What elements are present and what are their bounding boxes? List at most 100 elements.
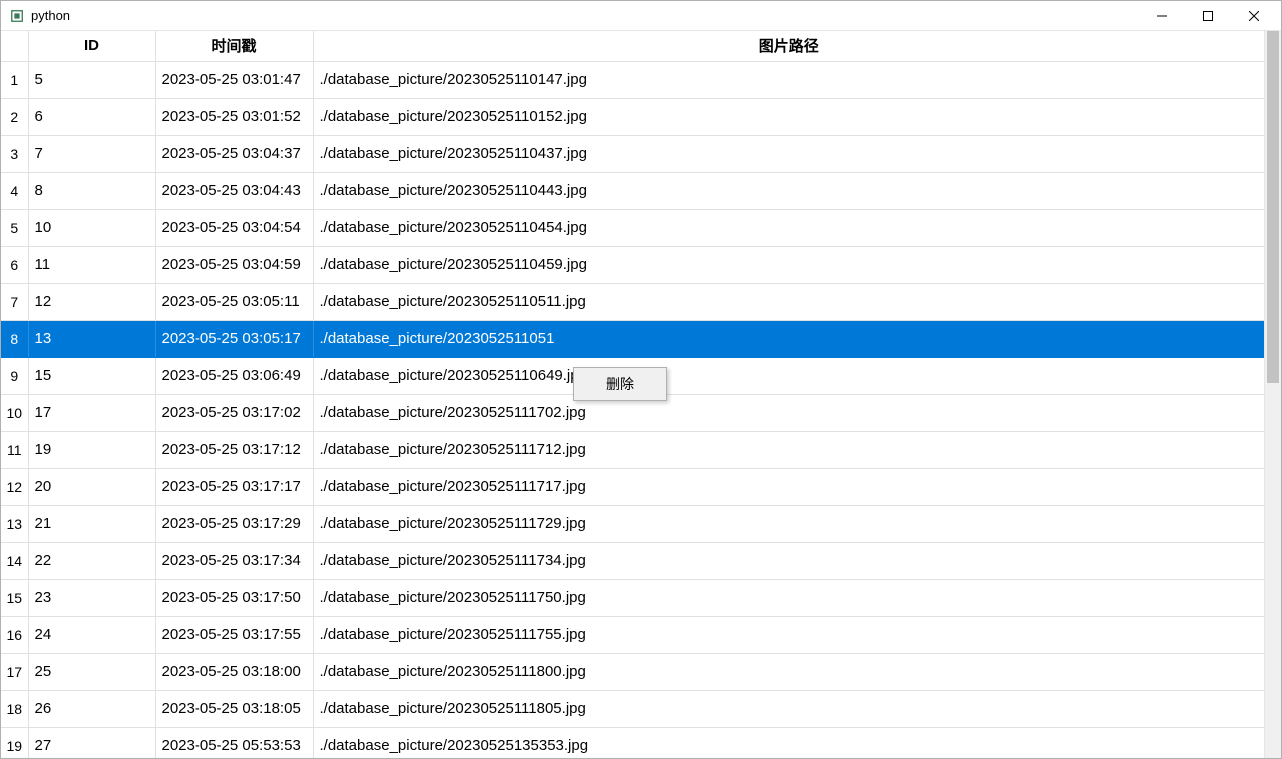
cell-path[interactable]: ./database_picture/20230525111805.jpg — [313, 690, 1264, 727]
titlebar[interactable]: python — [1, 1, 1281, 31]
context-menu-delete[interactable]: 删除 — [576, 370, 664, 398]
cell-timestamp[interactable]: 2023-05-25 03:05:11 — [155, 283, 313, 320]
cell-timestamp[interactable]: 2023-05-25 03:05:17 — [155, 320, 313, 357]
cell-id[interactable]: 20 — [28, 468, 155, 505]
table-corner[interactable] — [1, 31, 28, 61]
cell-path[interactable]: ./database_picture/20230525111702.jpg — [313, 394, 1264, 431]
row-number[interactable]: 1 — [1, 61, 28, 98]
table-row[interactable]: 17252023-05-25 03:18:00./database_pictur… — [1, 653, 1264, 690]
row-number[interactable]: 2 — [1, 98, 28, 135]
table-row[interactable]: 8132023-05-25 03:05:17./database_picture… — [1, 320, 1264, 357]
table-row[interactable]: 5102023-05-25 03:04:54./database_picture… — [1, 209, 1264, 246]
table-row[interactable]: 14222023-05-25 03:17:34./database_pictur… — [1, 542, 1264, 579]
cell-path[interactable]: ./database_picture/20230525110459.jpg — [313, 246, 1264, 283]
cell-id[interactable]: 11 — [28, 246, 155, 283]
row-number[interactable]: 8 — [1, 320, 28, 357]
row-number[interactable]: 5 — [1, 209, 28, 246]
cell-id[interactable]: 25 — [28, 653, 155, 690]
cell-timestamp[interactable]: 2023-05-25 03:18:00 — [155, 653, 313, 690]
cell-id[interactable]: 8 — [28, 172, 155, 209]
cell-id[interactable]: 21 — [28, 505, 155, 542]
cell-timestamp[interactable]: 2023-05-25 03:01:52 — [155, 98, 313, 135]
row-number[interactable]: 9 — [1, 357, 28, 394]
cell-path[interactable]: ./database_picture/20230525111734.jpg — [313, 542, 1264, 579]
vertical-scrollbar[interactable] — [1264, 31, 1281, 758]
table-row[interactable]: 7122023-05-25 03:05:11./database_picture… — [1, 283, 1264, 320]
row-number[interactable]: 4 — [1, 172, 28, 209]
cell-id[interactable]: 7 — [28, 135, 155, 172]
table-row[interactable]: 18262023-05-25 03:18:05./database_pictur… — [1, 690, 1264, 727]
cell-path[interactable]: ./database_picture/20230525110443.jpg — [313, 172, 1264, 209]
cell-timestamp[interactable]: 2023-05-25 03:17:55 — [155, 616, 313, 653]
cell-path[interactable]: ./database_picture/20230525111750.jpg — [313, 579, 1264, 616]
cell-path[interactable]: ./database_picture/2023052511051 — [313, 320, 1264, 357]
table-row[interactable]: 19272023-05-25 05:53:53./database_pictur… — [1, 727, 1264, 758]
row-number[interactable]: 11 — [1, 431, 28, 468]
cell-id[interactable]: 17 — [28, 394, 155, 431]
row-number[interactable]: 12 — [1, 468, 28, 505]
row-number[interactable]: 14 — [1, 542, 28, 579]
row-number[interactable]: 18 — [1, 690, 28, 727]
row-number[interactable]: 6 — [1, 246, 28, 283]
table-row[interactable]: 12202023-05-25 03:17:17./database_pictur… — [1, 468, 1264, 505]
cell-path[interactable]: ./database_picture/20230525111717.jpg — [313, 468, 1264, 505]
cell-timestamp[interactable]: 2023-05-25 03:04:43 — [155, 172, 313, 209]
cell-id[interactable]: 23 — [28, 579, 155, 616]
table-row[interactable]: 482023-05-25 03:04:43./database_picture/… — [1, 172, 1264, 209]
cell-timestamp[interactable]: 2023-05-25 03:17:34 — [155, 542, 313, 579]
cell-timestamp[interactable]: 2023-05-25 03:06:49 — [155, 357, 313, 394]
cell-timestamp[interactable]: 2023-05-25 03:04:37 — [155, 135, 313, 172]
cell-path[interactable]: ./database_picture/20230525110437.jpg — [313, 135, 1264, 172]
table-row[interactable]: 16242023-05-25 03:17:55./database_pictur… — [1, 616, 1264, 653]
row-number[interactable]: 15 — [1, 579, 28, 616]
cell-path[interactable]: ./database_picture/20230525111800.jpg — [313, 653, 1264, 690]
cell-id[interactable]: 27 — [28, 727, 155, 758]
column-header-timestamp[interactable]: 时间戳 — [155, 31, 313, 61]
row-number[interactable]: 7 — [1, 283, 28, 320]
cell-id[interactable]: 26 — [28, 690, 155, 727]
cell-path[interactable]: ./database_picture/20230525111729.jpg — [313, 505, 1264, 542]
cell-path[interactable]: ./database_picture/20230525111712.jpg — [313, 431, 1264, 468]
table-row[interactable]: 11192023-05-25 03:17:12./database_pictur… — [1, 431, 1264, 468]
cell-path[interactable]: ./database_picture/20230525135353.jpg — [313, 727, 1264, 758]
cell-path[interactable]: ./database_picture/20230525110454.jpg — [313, 209, 1264, 246]
column-header-id[interactable]: ID — [28, 31, 155, 61]
cell-timestamp[interactable]: 2023-05-25 05:53:53 — [155, 727, 313, 758]
cell-timestamp[interactable]: 2023-05-25 03:17:12 — [155, 431, 313, 468]
cell-path[interactable]: ./database_picture/20230525110649.jpg — [313, 357, 1264, 394]
cell-path[interactable]: ./database_picture/20230525110152.jpg — [313, 98, 1264, 135]
cell-id[interactable]: 24 — [28, 616, 155, 653]
cell-timestamp[interactable]: 2023-05-25 03:17:02 — [155, 394, 313, 431]
table-row[interactable]: 15232023-05-25 03:17:50./database_pictur… — [1, 579, 1264, 616]
cell-id[interactable]: 10 — [28, 209, 155, 246]
cell-id[interactable]: 12 — [28, 283, 155, 320]
row-number[interactable]: 16 — [1, 616, 28, 653]
row-number[interactable]: 13 — [1, 505, 28, 542]
minimize-button[interactable] — [1139, 1, 1185, 30]
maximize-button[interactable] — [1185, 1, 1231, 30]
table-row[interactable]: 262023-05-25 03:01:52./database_picture/… — [1, 98, 1264, 135]
cell-id[interactable]: 6 — [28, 98, 155, 135]
scrollbar-thumb[interactable] — [1267, 31, 1279, 383]
cell-id[interactable]: 5 — [28, 61, 155, 98]
table-row[interactable]: 372023-05-25 03:04:37./database_picture/… — [1, 135, 1264, 172]
cell-timestamp[interactable]: 2023-05-25 03:01:47 — [155, 61, 313, 98]
cell-id[interactable]: 22 — [28, 542, 155, 579]
cell-timestamp[interactable]: 2023-05-25 03:17:17 — [155, 468, 313, 505]
column-header-path[interactable]: 图片路径 — [313, 31, 1264, 61]
table-row[interactable]: 13212023-05-25 03:17:29./database_pictur… — [1, 505, 1264, 542]
cell-id[interactable]: 15 — [28, 357, 155, 394]
cell-path[interactable]: ./database_picture/20230525111755.jpg — [313, 616, 1264, 653]
row-number[interactable]: 19 — [1, 727, 28, 758]
close-button[interactable] — [1231, 1, 1277, 30]
row-number[interactable]: 10 — [1, 394, 28, 431]
cell-id[interactable]: 13 — [28, 320, 155, 357]
row-number[interactable]: 3 — [1, 135, 28, 172]
cell-path[interactable]: ./database_picture/20230525110511.jpg — [313, 283, 1264, 320]
cell-path[interactable]: ./database_picture/20230525110147.jpg — [313, 61, 1264, 98]
cell-timestamp[interactable]: 2023-05-25 03:17:50 — [155, 579, 313, 616]
cell-id[interactable]: 19 — [28, 431, 155, 468]
table-row[interactable]: 6112023-05-25 03:04:59./database_picture… — [1, 246, 1264, 283]
row-number[interactable]: 17 — [1, 653, 28, 690]
table-row[interactable]: 152023-05-25 03:01:47./database_picture/… — [1, 61, 1264, 98]
